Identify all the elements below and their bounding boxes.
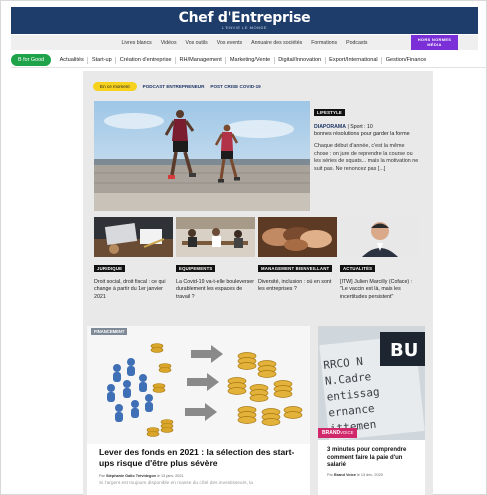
nav-item-export[interactable]: Export/International xyxy=(326,56,383,64)
featured-article-title[interactable]: Lever des fonds en 2021 : la sélection d… xyxy=(99,447,305,468)
brand-voice-meta-by: Par xyxy=(327,473,334,477)
featured-article-image: FINANCEMENT xyxy=(87,326,310,444)
hero-kicker[interactable]: DIAPORAMA | Sport : 10 xyxy=(314,124,419,131)
featured-category-tag[interactable]: FINANCEMENT xyxy=(91,328,128,335)
brand-voice-meta: Par Brand Voice le 13 déc. 2020 xyxy=(327,473,383,477)
nav-item-gestion[interactable]: Gestion/Finance xyxy=(382,57,430,64)
util-link-formations[interactable]: Formations xyxy=(311,40,337,46)
nav-item-creation[interactable]: Création d'entreprise xyxy=(116,56,177,64)
card-title-management[interactable]: Diversité, inclusion : où en sont les en… xyxy=(258,279,337,294)
hero-title[interactable]: bonnes résolutions pour garder la forme xyxy=(314,131,419,138)
util-link-outils[interactable]: Vos outils xyxy=(186,40,208,46)
card-image-desk xyxy=(94,217,173,257)
brand-voice-article[interactable]: RRCO N N.Cadre entissag ernance ittemen … xyxy=(318,326,425,495)
brand-voice-tag-sub: VOICE xyxy=(340,430,354,435)
hero-image[interactable] xyxy=(94,101,310,211)
document-illustration: RRCO N N.Cadre entissag ernance ittemen … xyxy=(318,326,425,440)
main-nav: B for Good Actualités Start-up Création … xyxy=(11,53,487,68)
featured-meta-author[interactable]: Stéphanie Gallo Trévidegon xyxy=(106,474,156,478)
site-logo[interactable]: Chef d'Entreprise xyxy=(179,11,311,25)
logo-text-main: Chef d xyxy=(178,10,228,26)
util-link-videos[interactable]: Vidéos xyxy=(161,40,177,46)
nav-item-startup[interactable]: Start-up xyxy=(88,56,117,64)
card-image-hands xyxy=(258,217,337,257)
trending-link-podcast[interactable]: PODCAST ENTREPRENEUR xyxy=(143,84,205,89)
site-header: Chef d'Entreprise L'ENVIE LE MONDE xyxy=(11,7,478,34)
hero-text: LIFESTYLE DIAPORAMA | Sport : 10 bonnes … xyxy=(314,101,419,173)
featured-article-excerpt: Si l'argent est toujours disponible en m… xyxy=(99,481,253,486)
bforgood-button[interactable]: B for Good xyxy=(11,54,52,66)
trending-row: En ce moment PODCAST ENTREPRENEUR POST C… xyxy=(93,81,261,91)
card-image-office xyxy=(176,217,255,257)
svg-text:BU: BU xyxy=(390,340,418,361)
hero-runners-illustration xyxy=(94,101,310,211)
trending-link-covid[interactable]: POST CRISE COVID-19 xyxy=(210,84,260,89)
card-tag-juridique[interactable]: JURIDIQUE xyxy=(94,265,126,272)
hero-category-tag[interactable]: LIFESTYLE xyxy=(314,109,345,116)
card-tag-management[interactable]: MANAGEMENT BIENVEILLANT xyxy=(258,265,333,272)
util-link-podcasts[interactable]: Podcasts xyxy=(346,40,367,46)
article-card-actualites[interactable]: ACTUALITÉS [ITW] Julien Marcilly (Coface… xyxy=(340,217,419,301)
nav-item-actualites[interactable]: Actualités xyxy=(56,56,89,64)
logo-subtitle: L'ENVIE LE MONDE xyxy=(222,25,267,30)
article-card-management[interactable]: MANAGEMENT BIENVEILLANT Diversité, inclu… xyxy=(258,217,337,294)
page-frame: Chef d'Entreprise L'ENVIE LE MONDE Livre… xyxy=(0,0,487,495)
brand-voice-meta-date: le 13 déc. 2020 xyxy=(355,473,383,477)
utility-nav: Livres blancs Vidéos Vos outils Vos even… xyxy=(11,35,478,50)
article-card-juridique[interactable]: JURIDIQUE Droit social, droit fiscal : c… xyxy=(94,217,173,301)
card-illustration-portrait xyxy=(340,217,419,257)
hero-description: Chaque début d'année, c'est la même chos… xyxy=(314,143,419,172)
card-tag-equipements[interactable]: EQUIPEMENTS xyxy=(176,265,216,272)
card-tag-actualites[interactable]: ACTUALITÉS xyxy=(340,265,376,272)
nav-item-digital[interactable]: Digital/Innovation xyxy=(275,56,326,64)
hors-normes-label: HORS NORMES MÉDIA xyxy=(417,37,452,47)
util-link-events[interactable]: Vos events xyxy=(217,40,242,46)
coins-arrows-illustration xyxy=(87,326,310,444)
nav-item-marketing[interactable]: Marketing/Vente xyxy=(226,56,275,64)
hero-kicker-rest: | Sport : 10 xyxy=(346,124,373,130)
hero-kicker-label: DIAPORAMA xyxy=(314,124,346,130)
featured-meta-date: le 13 janv. 2021 xyxy=(155,474,184,478)
article-card-equipements[interactable]: EQUIPEMENTS La Covid-19 va-t-elle boulev… xyxy=(176,217,255,301)
card-illustration-desk xyxy=(94,217,173,257)
logo-text-end: Entreprise xyxy=(231,10,311,26)
brand-voice-image: RRCO N N.Cadre entissag ernance ittemen … xyxy=(318,326,425,440)
card-title-actualites[interactable]: [ITW] Julien Marcilly (Coface) : "Le vac… xyxy=(340,279,419,301)
brand-voice-title[interactable]: 3 minutes pour comprendre comment faire … xyxy=(327,447,419,470)
brand-voice-meta-author[interactable]: Brand Voice xyxy=(334,473,356,477)
brand-voice-tag[interactable]: BRANDVOICE xyxy=(318,428,358,438)
util-link-annuaire[interactable]: Annuaire des sociétés xyxy=(251,40,302,46)
util-link-livres-blancs[interactable]: Livres blancs xyxy=(121,40,151,46)
featured-article-meta: Par Stéphanie Gallo Trévidegon le 13 jan… xyxy=(99,474,184,478)
featured-article[interactable]: FINANCEMENT Lever des fonds en 2021 : la… xyxy=(87,326,310,495)
card-illustration-hands xyxy=(258,217,337,257)
card-image-portrait xyxy=(340,217,419,257)
hors-normes-button[interactable]: HORS NORMES MÉDIA xyxy=(411,35,458,50)
card-title-juridique[interactable]: Droit social, droit fiscal : ce qui chan… xyxy=(94,279,173,301)
brand-voice-tag-main: BRAND xyxy=(322,430,341,436)
nav-item-rh[interactable]: RH/Management xyxy=(176,56,227,64)
card-illustration-office xyxy=(176,217,255,257)
featured-meta-by: Par xyxy=(99,474,106,478)
card-title-equipements[interactable]: La Covid-19 va-t-elle bouleverser durabl… xyxy=(176,279,255,301)
en-ce-moment-pill: En ce moment xyxy=(93,81,137,91)
